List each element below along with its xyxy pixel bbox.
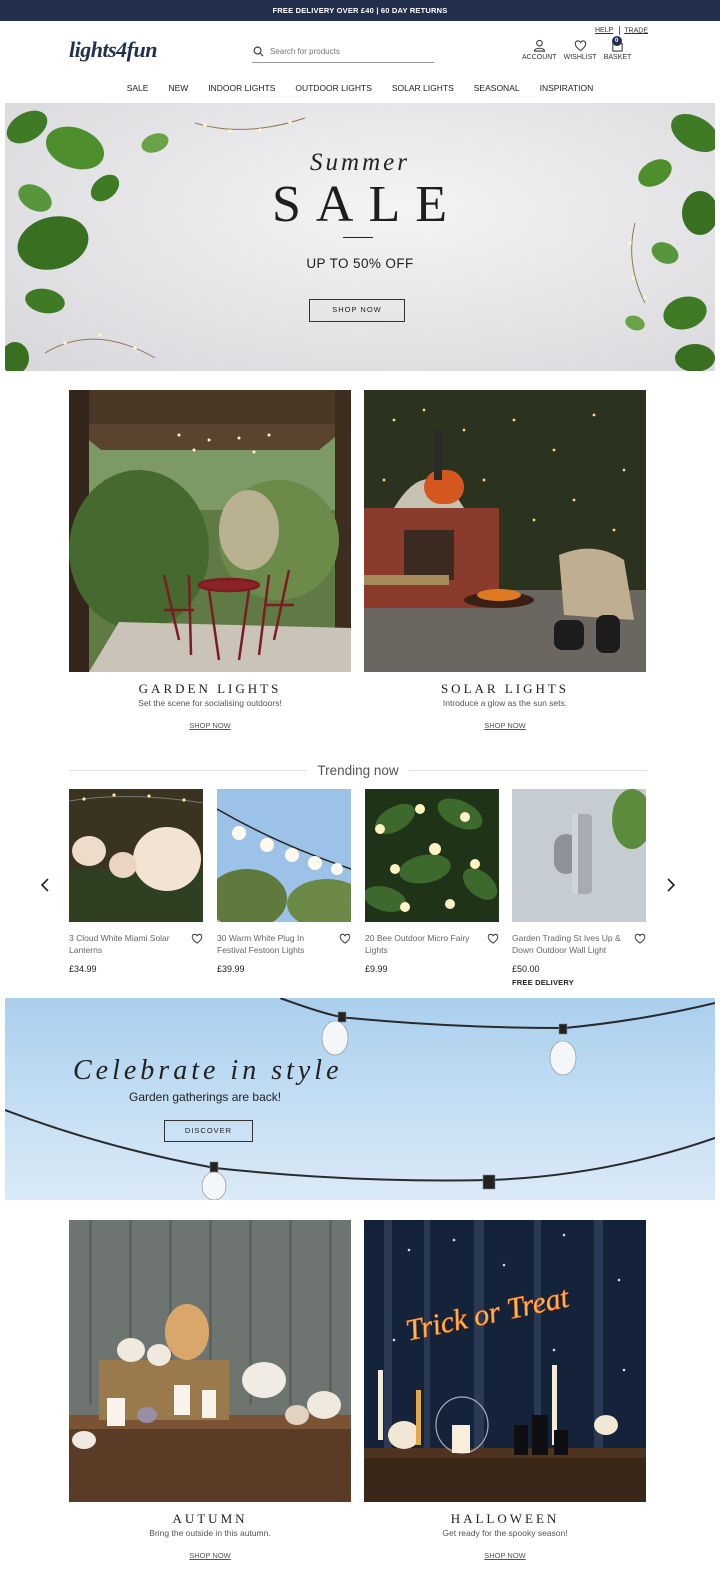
product-name[interactable]: 20 Bee Outdoor Micro Fairy Lights	[365, 932, 483, 956]
garden-pergola-image	[69, 390, 351, 672]
celebrate-banner[interactable]: Celebrate in style Garden gatherings are…	[5, 998, 715, 1200]
nav-item-indoor-lights[interactable]: INDOOR LIGHTS	[208, 83, 275, 93]
carousel-prev-button[interactable]	[40, 878, 50, 895]
bee-fairy-lights-image	[365, 789, 499, 922]
wishlist-toggle[interactable]	[487, 931, 499, 949]
heart-icon	[574, 40, 586, 52]
hero-subtitle: UP TO 50% OFF	[306, 256, 414, 271]
product-price: £39.99	[217, 964, 245, 974]
heart-icon	[487, 933, 499, 944]
nav-item-new[interactable]: NEW	[168, 83, 188, 93]
divider	[69, 769, 308, 771]
chevron-right-icon	[667, 878, 676, 892]
search-icon	[253, 46, 264, 57]
product-image[interactable]	[217, 789, 351, 922]
wall-light-image	[512, 789, 646, 922]
festoon-lights-image	[217, 789, 351, 922]
utility-links: HELP TRADE	[591, 26, 648, 35]
nav-item-seasonal[interactable]: SEASONAL	[474, 83, 520, 93]
halloween-title: HALLOWEEN	[450, 1511, 560, 1526]
site-logo[interactable]: lights4fun	[69, 37, 157, 63]
trending-heading: Trending now	[69, 762, 648, 778]
halloween-image[interactable]: Trick or Treat	[364, 1220, 646, 1502]
search-bar[interactable]	[252, 41, 434, 63]
free-delivery-label: FREE DELIVERY	[512, 978, 574, 987]
solar-lights-subtitle: Introduce a glow as the sun sets.	[442, 698, 568, 708]
product-card[interactable]: 3 Cloud White Miami Solar Lanterns £34.9…	[69, 789, 203, 974]
promo-bar: FREE DELIVERY OVER £40 | 60 DAY RETURNS	[0, 0, 720, 21]
discover-button[interactable]: DISCOVER	[164, 1120, 253, 1142]
garden-lights-title: GARDEN LIGHTS	[138, 681, 282, 696]
banner-subtitle: Garden gatherings are back!	[129, 1090, 282, 1104]
pumpkins-image	[69, 1220, 351, 1502]
heart-icon	[634, 933, 646, 944]
halloween-shop-link[interactable]: SHOP NOW	[364, 1551, 646, 1560]
wishlist-toggle[interactable]	[339, 931, 351, 949]
basket-button[interactable]: 0 BASKET	[603, 36, 632, 61]
basket-label: BASKET	[603, 54, 632, 61]
autumn-image[interactable]	[69, 1220, 351, 1502]
hero-banner[interactable]: Summer SALE UP TO 50% OFF SHOP NOW	[5, 103, 715, 371]
product-name[interactable]: Garden Trading St Ives Up & Down Outdoor…	[512, 932, 630, 956]
nav-item-sale[interactable]: SALE	[127, 83, 149, 93]
wishlist-toggle[interactable]	[634, 931, 646, 949]
product-name[interactable]: 3 Cloud White Miami Solar Lanterns	[69, 932, 187, 956]
nav-item-inspiration[interactable]: INSPIRATION	[540, 83, 594, 93]
product-price: £34.99	[69, 964, 97, 974]
divider	[408, 769, 648, 771]
hero-title: SALE	[272, 176, 462, 233]
autumn-title: AUTUMN	[172, 1511, 248, 1526]
garden-lights-shop-link[interactable]: SHOP NOW	[69, 721, 351, 730]
product-card[interactable]: 20 Bee Outdoor Micro Fairy Lights £9.99	[365, 789, 499, 974]
festoon-sky-image	[5, 998, 715, 1200]
halloween-subtitle: Get ready for the spooky season!	[442, 1528, 568, 1538]
divider	[619, 26, 621, 35]
user-icon	[533, 39, 545, 52]
pizza-oven-patio-image	[364, 390, 646, 672]
product-image[interactable]	[69, 789, 203, 922]
banner-title: Celebrate in style	[73, 1055, 343, 1086]
wishlist-toggle[interactable]	[191, 931, 203, 949]
main-nav: SALE NEW INDOOR LIGHTS OUTDOOR LIGHTS SO…	[0, 83, 720, 93]
product-image[interactable]	[512, 789, 646, 922]
nav-item-solar-lights[interactable]: SOLAR LIGHTS	[392, 83, 454, 93]
wishlist-button[interactable]: WISHLIST	[564, 39, 597, 61]
product-name[interactable]: 30 Warm White Plug In Festival Festoon L…	[217, 932, 335, 956]
solar-lights-image[interactable]	[364, 390, 646, 672]
trending-title: Trending now	[317, 762, 399, 778]
product-image[interactable]	[365, 789, 499, 922]
basket-count-badge: 0	[611, 36, 622, 46]
heart-icon	[339, 933, 351, 944]
halloween-scene-image: Trick or Treat	[364, 1220, 646, 1502]
product-price: £9.99	[365, 964, 388, 974]
solar-lights-shop-link[interactable]: SHOP NOW	[364, 721, 646, 730]
solar-lanterns-image	[69, 789, 203, 922]
autumn-subtitle: Bring the outside in this autumn.	[149, 1528, 271, 1538]
carousel-next-button[interactable]	[666, 878, 676, 895]
heart-icon	[191, 933, 203, 944]
account-button[interactable]: ACCOUNT	[522, 39, 557, 61]
help-link[interactable]: HELP	[595, 27, 613, 34]
product-card[interactable]: Garden Trading St Ives Up & Down Outdoor…	[512, 789, 646, 987]
trade-link[interactable]: TRADE	[624, 27, 648, 34]
account-label: ACCOUNT	[522, 54, 557, 61]
wishlist-label: WISHLIST	[563, 54, 597, 61]
search-input[interactable]	[270, 47, 420, 56]
solar-lights-title: SOLAR LIGHTS	[440, 681, 570, 696]
hero-divider	[343, 237, 373, 238]
product-price: £50.00	[512, 964, 540, 974]
hero-shop-now-button[interactable]: SHOP NOW	[309, 299, 405, 322]
product-card[interactable]: 30 Warm White Plug In Festival Festoon L…	[217, 789, 351, 974]
site-header: lights4fun HELP TRADE ACCOUNT WISHLIST 0 …	[0, 21, 720, 103]
autumn-shop-link[interactable]: SHOP NOW	[69, 1551, 351, 1560]
chevron-left-icon	[40, 878, 49, 892]
header-icons: ACCOUNT WISHLIST 0 BASKET	[522, 36, 638, 61]
garden-lights-image[interactable]	[69, 390, 351, 672]
nav-item-outdoor-lights[interactable]: OUTDOOR LIGHTS	[295, 83, 372, 93]
garden-lights-subtitle: Set the scene for socialising outdoors!	[138, 698, 282, 708]
hero-script-title: Summer	[310, 149, 410, 176]
